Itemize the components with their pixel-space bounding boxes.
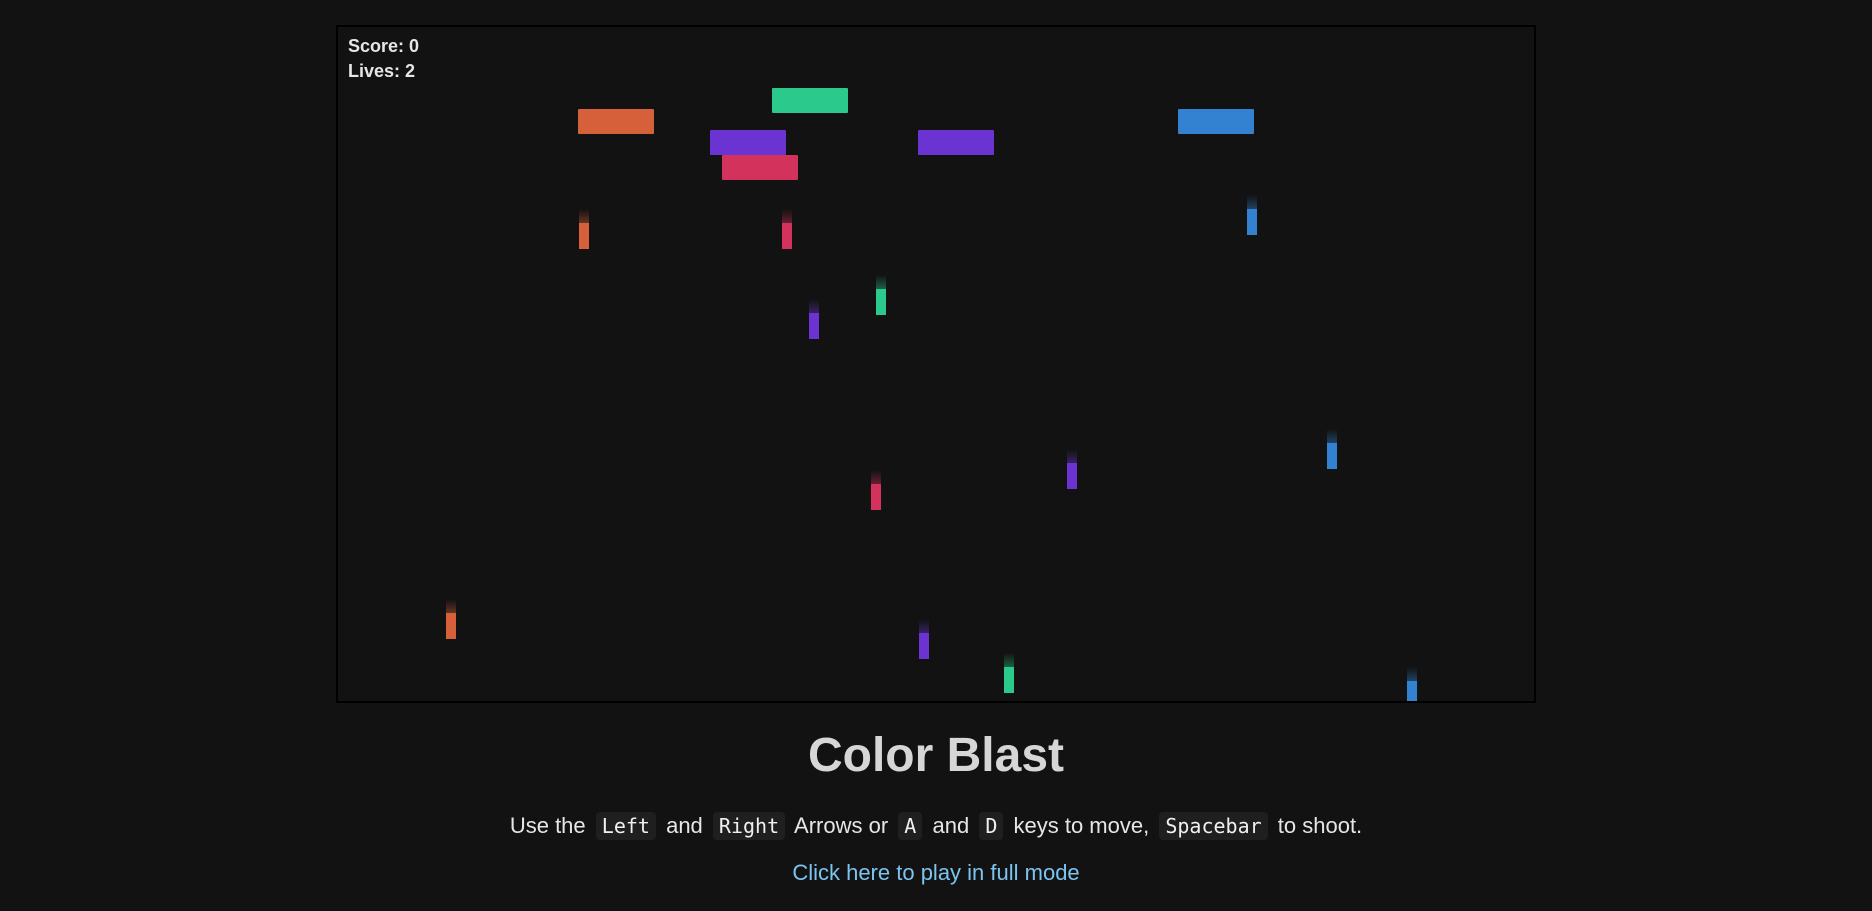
enemy-block-green [772, 88, 848, 113]
key-left: Left [595, 812, 656, 840]
key-spacebar: Spacebar [1159, 812, 1268, 840]
key-d: D [979, 812, 1004, 840]
full-mode-link-row: Click here to play in full mode [0, 860, 1872, 886]
key-right: Right [712, 812, 786, 840]
instruction-text: keys to move, [1013, 813, 1150, 838]
instruction-text: to shoot. [1277, 813, 1363, 838]
lives-display: Lives: 2 [348, 61, 416, 81]
score-display: Score: 0 [348, 36, 420, 56]
enemy-block-blue [1178, 109, 1254, 134]
enemy-block-purple [918, 130, 994, 155]
enemy-block-pink [722, 155, 798, 180]
key-a: A [898, 812, 923, 840]
controls-instructions: Use the Left and Right Arrows or A and D… [0, 812, 1872, 840]
instruction-text: Use the [509, 813, 586, 838]
enemy-block-purple [710, 130, 786, 155]
instruction-text: and [932, 813, 970, 838]
instruction-text: and [666, 813, 703, 838]
enemy-block-orange [578, 109, 654, 134]
full-mode-link[interactable]: Click here to play in full mode [792, 860, 1079, 885]
instruction-text: Arrows or [794, 813, 889, 838]
game-title: Color Blast [807, 729, 1065, 782]
game-canvas[interactable]: Score: 0 Lives: 2 [336, 25, 1536, 703]
